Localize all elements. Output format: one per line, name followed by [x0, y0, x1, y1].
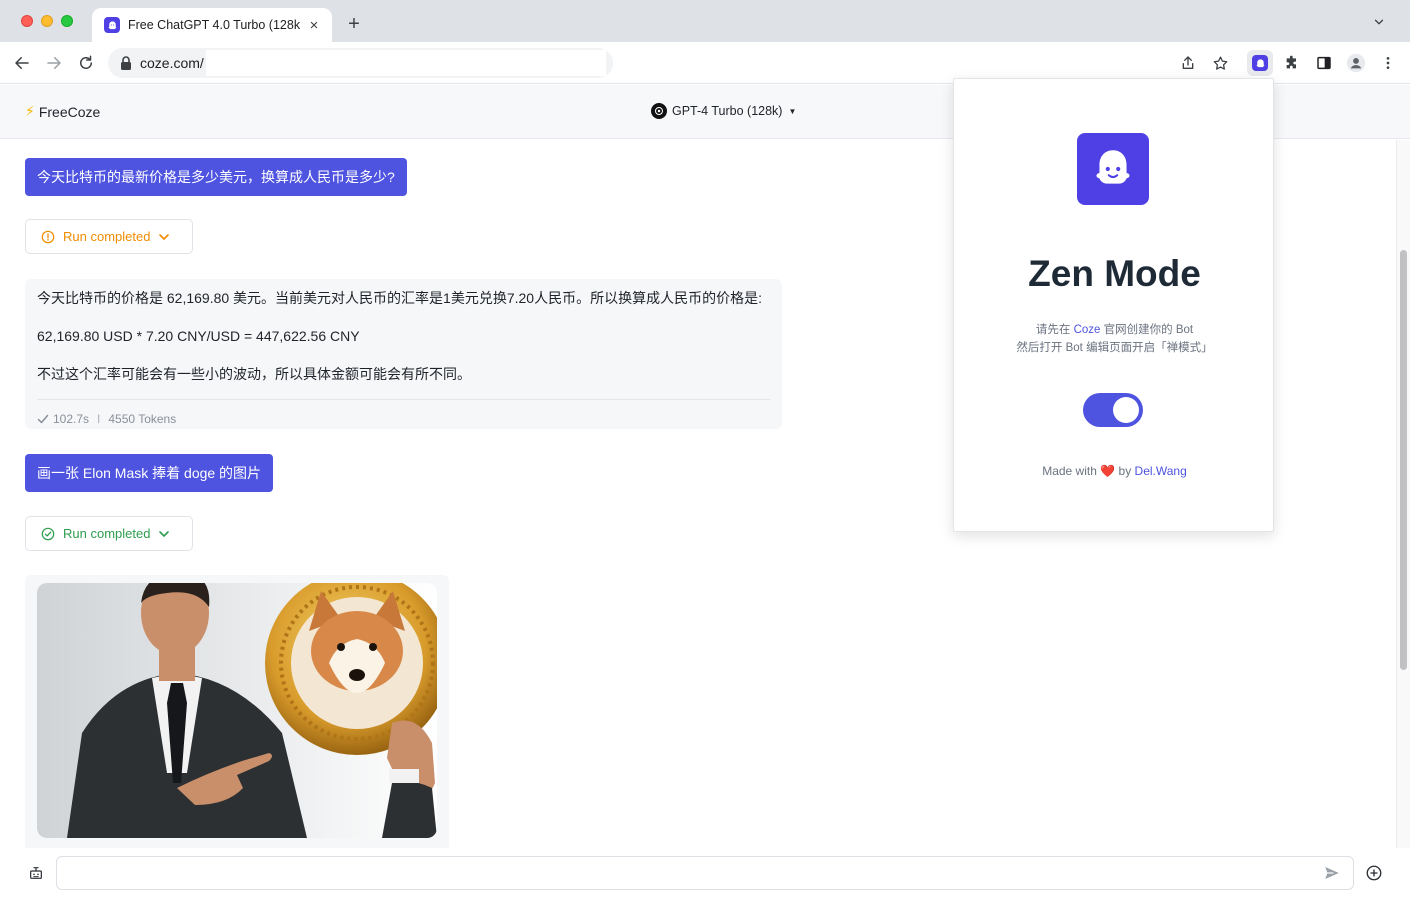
window-zoom-button[interactable] — [61, 15, 73, 27]
toggle-knob — [1113, 397, 1139, 423]
share-icon[interactable] — [1178, 53, 1198, 73]
message-input[interactable] — [56, 856, 1354, 890]
model-selector[interactable]: GPT-4 Turbo (128k) ▼ — [651, 103, 796, 119]
tab-search-chevron-icon[interactable] — [1372, 15, 1386, 29]
browser-tabstrip: Free ChatGPT 4.0 Turbo (128k) - ... × + — [0, 0, 1410, 42]
check-circle-icon — [41, 527, 55, 540]
run-status-text: Run completed — [63, 526, 151, 541]
coze-ghost-logo-icon — [1077, 133, 1149, 205]
chat-scrollbar-thumb[interactable] — [1400, 250, 1407, 670]
answer-line: 不过这个汇率可能会有一些小的波动，所以具体金额可能会有所不同。 — [37, 366, 471, 382]
caret-down-icon: ▼ — [788, 106, 797, 116]
star-icon[interactable] — [1210, 53, 1230, 73]
desc-prefix: 请先在 — [1035, 324, 1074, 336]
brand-name: FreeCoze — [38, 103, 101, 120]
model-name: GPT-4 Turbo (128k) — [672, 104, 783, 118]
answer-line: 今天比特币的价格是 62,169.80 美元。当前美元对人民币的汇率是1美元兑换… — [37, 290, 762, 306]
popup-footer: Made with ❤️ by Del.Wang — [954, 464, 1275, 478]
user-message: 画一张 Elon Mask 捧着 doge 的图片 — [25, 454, 274, 492]
send-icon[interactable] — [1322, 863, 1342, 883]
composer — [0, 848, 1410, 914]
warning-circle-icon — [41, 230, 55, 243]
user-message: 今天比特币的最新价格是多少美元，换算成人民币是多少? — [25, 158, 407, 196]
generated-image[interactable] — [37, 583, 437, 838]
coze-extension-logo — [1252, 55, 1268, 71]
brand-logo[interactable]: ⚡ FreeCoze — [25, 103, 100, 120]
coze-extension-icon[interactable] — [1247, 50, 1273, 76]
address-bar[interactable]: coze.com/ — [108, 48, 613, 78]
popup-desc-line1: 请先在 Coze 官网创建你的 Bot — [954, 321, 1275, 339]
chevron-down-icon — [159, 233, 170, 240]
puzzle-icon[interactable] — [1282, 53, 1302, 73]
zen-mode-popup: Zen Mode 请先在 Coze 官网创建你的 Bot 然后打开 Bot 编辑… — [953, 78, 1274, 532]
answer-tokens: 4550 Tokens — [108, 412, 177, 426]
chevron-down-icon — [159, 530, 170, 537]
footer-by: by — [1115, 464, 1135, 478]
more-vert-icon[interactable] — [1378, 53, 1398, 73]
run-status-pill[interactable]: Run completed — [25, 219, 193, 254]
popup-description: 请先在 Coze 官网创建你的 Bot 然后打开 Bot 编辑页面开启「禅模式」 — [954, 321, 1275, 357]
forward-arrow-icon[interactable] — [44, 53, 64, 73]
new-tab-button[interactable]: + — [344, 12, 364, 36]
tab-close-icon[interactable]: × — [306, 17, 322, 34]
chat-scrollbar[interactable] — [1396, 140, 1410, 848]
lightning-bolt-icon: ⚡ — [25, 103, 35, 119]
coze-link[interactable]: Coze — [1074, 324, 1101, 336]
profile-icon[interactable] — [1346, 53, 1366, 73]
desc-suffix: 官网创建你的 Bot — [1100, 324, 1194, 336]
window-minimize-button[interactable] — [41, 15, 53, 27]
back-arrow-icon[interactable] — [12, 53, 32, 73]
browser-tab[interactable]: Free ChatGPT 4.0 Turbo (128k) - ... × — [92, 8, 332, 42]
robot-icon[interactable] — [27, 864, 45, 882]
meta-separator: I — [97, 412, 101, 426]
answer-line: 62,169.80 USD * 7.20 CNY/USD = 447,622.5… — [37, 328, 360, 344]
coze-favicon-icon — [104, 17, 120, 33]
bot-answer: 今天比特币的价格是 62,169.80 美元。当前美元对人民币的汇率是1美元兑换… — [25, 279, 782, 429]
popup-desc-line2: 然后打开 Bot 编辑页面开启「禅模式」 — [1016, 342, 1213, 354]
run-status-text: Run completed — [63, 229, 151, 244]
tab-title: Free ChatGPT 4.0 Turbo (128k) - ... — [128, 18, 300, 32]
reload-icon[interactable] — [76, 53, 96, 73]
heart-icon: ❤️ — [1100, 464, 1116, 478]
lock-icon — [121, 56, 131, 70]
generated-image-card — [25, 575, 449, 848]
run-status-pill[interactable]: Run completed — [25, 516, 193, 551]
author-link[interactable]: Del.Wang — [1135, 464, 1187, 478]
answer-duration: 102.7s — [53, 412, 90, 426]
address-selection — [205, 50, 606, 76]
zen-mode-toggle[interactable] — [1083, 393, 1143, 427]
answer-meta: 102.7s I 4550 Tokens — [37, 412, 770, 426]
popup-title: Zen Mode — [1028, 253, 1201, 294]
openai-logo-icon — [651, 103, 667, 119]
answer-divider — [37, 399, 770, 400]
address-url: coze.com/ — [140, 55, 204, 71]
window-close-button[interactable] — [21, 15, 33, 27]
sidebar-icon[interactable] — [1314, 53, 1334, 73]
check-icon — [37, 414, 49, 424]
footer-prefix: Made with — [1042, 464, 1101, 478]
add-circle-icon[interactable] — [1364, 863, 1384, 883]
